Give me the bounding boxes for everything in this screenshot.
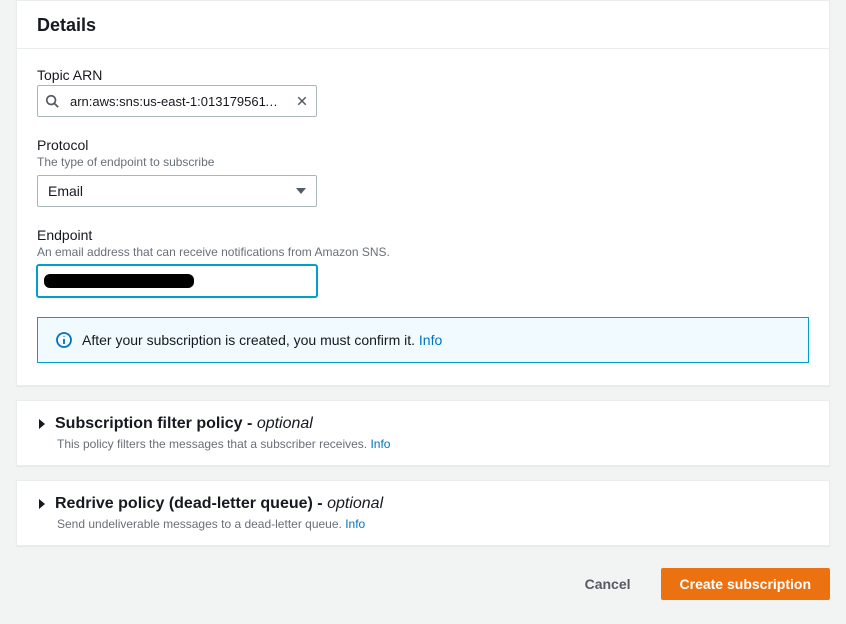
endpoint-field: Endpoint An email address that can recei… bbox=[37, 227, 809, 297]
redrive-policy-info-link[interactable]: Info bbox=[345, 517, 365, 531]
redrive-policy-desc-row: Send undeliverable messages to a dead-le… bbox=[57, 517, 809, 531]
endpoint-label: Endpoint bbox=[37, 227, 809, 243]
filter-policy-desc: This policy filters the messages that a … bbox=[57, 437, 367, 451]
redrive-policy-desc: Send undeliverable messages to a dead-le… bbox=[57, 517, 342, 531]
topic-arn-input[interactable] bbox=[66, 86, 288, 116]
redrive-policy-toggle[interactable]: Redrive policy (dead-letter queue) - opt… bbox=[37, 495, 809, 513]
filter-policy-info-link[interactable]: Info bbox=[370, 437, 390, 451]
filter-policy-toggle[interactable]: Subscription filter policy - optional bbox=[37, 415, 809, 433]
endpoint-redacted-value bbox=[44, 274, 194, 288]
cancel-button[interactable]: Cancel bbox=[567, 568, 649, 600]
topic-arn-label: Topic ARN bbox=[37, 67, 809, 83]
details-panel: Details Topic ARN Protocol bbox=[16, 0, 830, 386]
protocol-selected-value: Email bbox=[48, 183, 296, 199]
alert-text: After your subscription is created, you … bbox=[82, 332, 442, 348]
dash: - bbox=[247, 415, 257, 432]
protocol-field: Protocol The type of endpoint to subscri… bbox=[37, 137, 809, 207]
redrive-policy-title: Redrive policy (dead-letter queue) - opt… bbox=[55, 495, 383, 513]
topic-arn-field: Topic ARN bbox=[37, 67, 809, 117]
redrive-policy-optional: optional bbox=[327, 495, 383, 512]
search-icon bbox=[38, 94, 66, 108]
caret-right-icon bbox=[37, 499, 47, 509]
topic-arn-input-wrap[interactable] bbox=[37, 85, 317, 117]
filter-policy-title: Subscription filter policy - optional bbox=[55, 415, 313, 433]
endpoint-input-wrap[interactable] bbox=[37, 265, 317, 297]
endpoint-desc: An email address that can receive notifi… bbox=[37, 245, 809, 259]
caret-right-icon bbox=[37, 419, 47, 429]
alert-message: After your subscription is created, you … bbox=[82, 332, 415, 348]
dash: - bbox=[317, 495, 327, 512]
filter-policy-title-text: Subscription filter policy bbox=[55, 415, 243, 432]
create-subscription-button[interactable]: Create subscription bbox=[661, 568, 830, 600]
details-heading: Details bbox=[17, 1, 829, 49]
protocol-desc: The type of endpoint to subscribe bbox=[37, 155, 809, 169]
filter-policy-optional: optional bbox=[257, 415, 313, 432]
clear-icon[interactable] bbox=[288, 95, 316, 107]
confirm-alert: After your subscription is created, you … bbox=[37, 317, 809, 363]
protocol-label: Protocol bbox=[37, 137, 809, 153]
footer-actions: Cancel Create subscription bbox=[16, 568, 830, 600]
info-icon bbox=[56, 332, 72, 348]
alert-info-link[interactable]: Info bbox=[419, 332, 442, 348]
protocol-select[interactable]: Email bbox=[37, 175, 317, 207]
filter-policy-panel: Subscription filter policy - optional Th… bbox=[16, 400, 830, 466]
redrive-policy-panel: Redrive policy (dead-letter queue) - opt… bbox=[16, 480, 830, 546]
details-body: Topic ARN Protocol The type of endpoint … bbox=[17, 49, 829, 385]
redrive-policy-title-text: Redrive policy (dead-letter queue) bbox=[55, 495, 313, 512]
filter-policy-desc-row: This policy filters the messages that a … bbox=[57, 437, 809, 451]
chevron-down-icon bbox=[296, 186, 306, 196]
